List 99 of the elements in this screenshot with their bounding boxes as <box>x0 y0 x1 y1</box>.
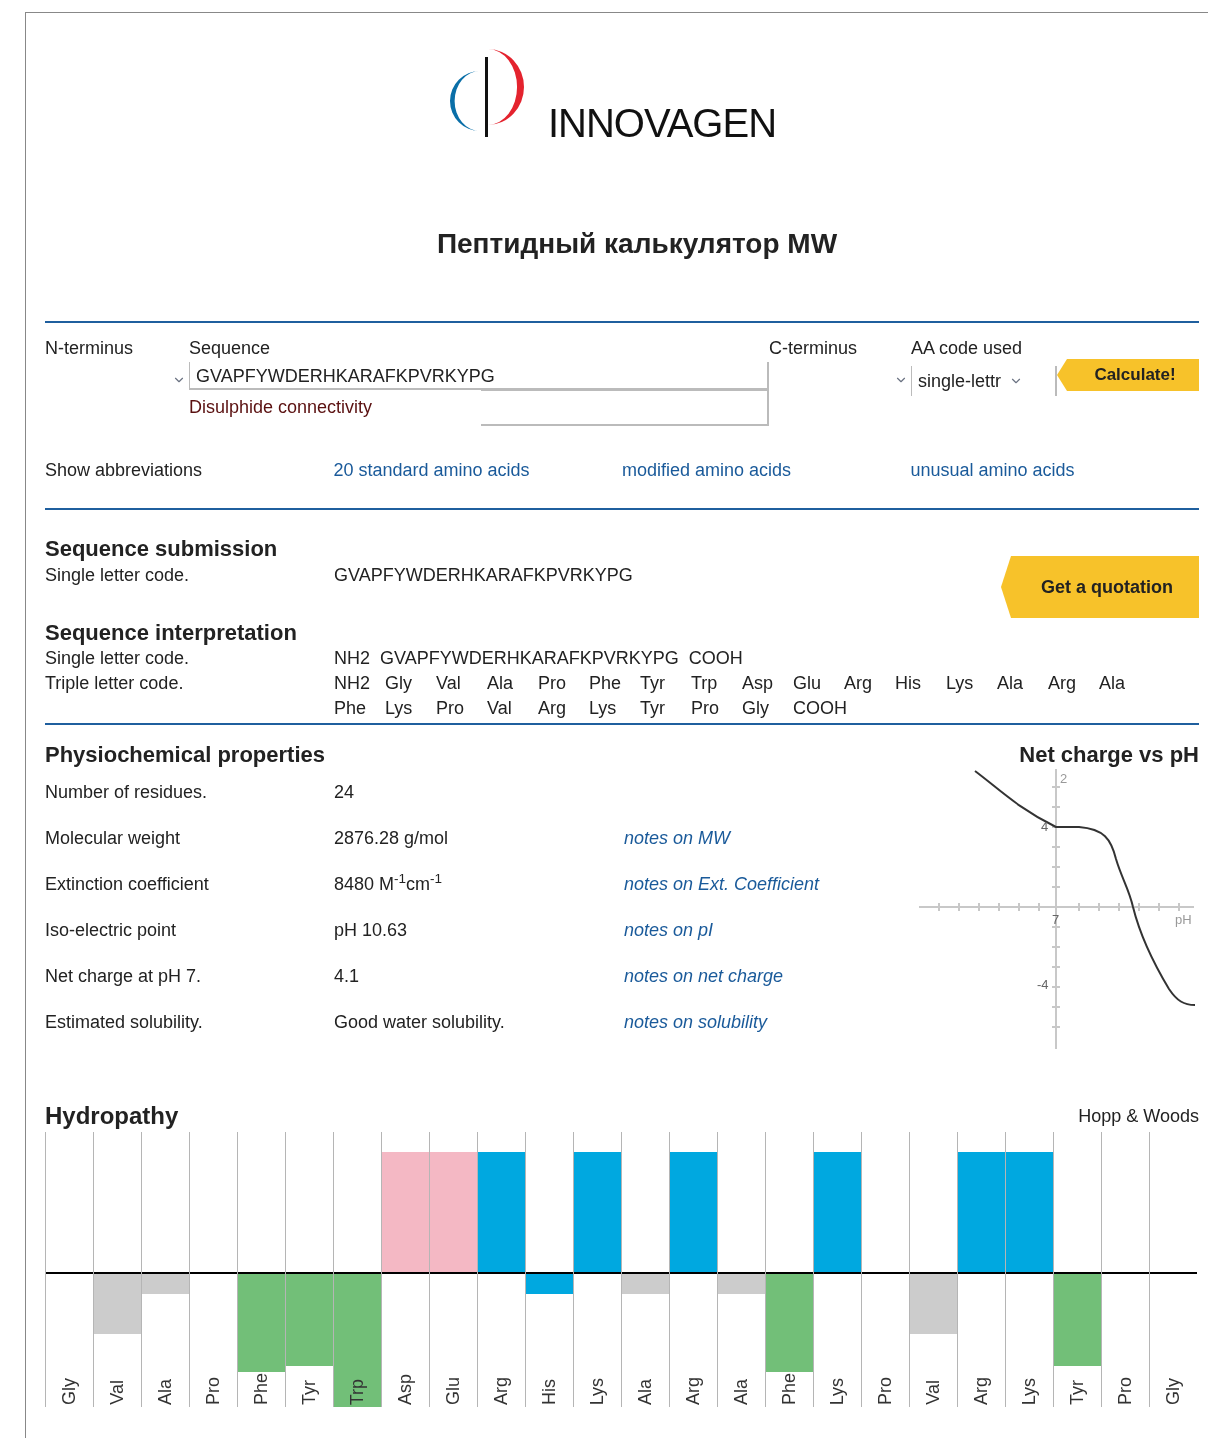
residue-label: His <box>538 1379 560 1405</box>
residue-label: Gly <box>58 1378 80 1405</box>
property-label: Molecular weight <box>45 827 182 850</box>
sequence-field[interactable]: GVAPFYWDERHKARAFKPVRKYPG <box>189 362 769 390</box>
residue-code: Phe <box>589 672 623 695</box>
property-value: 24 <box>334 781 356 804</box>
residue-label: Ala <box>154 1379 176 1405</box>
residue-code: NH2 <box>334 672 371 695</box>
residue-code: Lys <box>385 697 414 720</box>
property-value: 2876.28 g/mol <box>334 827 450 850</box>
row-label: Triple letter code. <box>45 672 185 695</box>
field-label: C-terminus <box>769 337 858 360</box>
section-heading: Hydropathy <box>45 1102 179 1130</box>
section-heading: Sequence submission <box>45 536 279 562</box>
residue-label: Gly <box>1162 1378 1184 1405</box>
property-label: Net charge at pH 7. <box>45 965 203 988</box>
residue-code: Lys <box>946 672 975 695</box>
row-label: Single letter code. <box>45 647 191 670</box>
row-label: Single letter code. <box>45 564 191 587</box>
residue-label: Val <box>106 1380 128 1405</box>
section-heading: Physiochemical properties <box>45 741 326 769</box>
residue-code: Glu <box>793 672 822 695</box>
disulphide-field[interactable] <box>481 390 769 426</box>
abbreviation-link[interactable]: modified amino acids <box>622 457 911 484</box>
residue-code: His <box>895 672 922 695</box>
residue-label: Tyr <box>298 1380 320 1405</box>
residue-code: Ala <box>1099 672 1126 695</box>
residue-code: COOH <box>793 697 844 720</box>
residue-label: Trp <box>346 1378 368 1405</box>
residue-label: Arg <box>682 1377 704 1405</box>
residue-code: Trp <box>691 672 719 695</box>
axis-tick-label: 4 <box>1041 819 1049 834</box>
section-heading: Sequence interpretation <box>45 620 298 646</box>
page-title: Пептидный калькулятор MW <box>435 227 839 261</box>
residue-code: Tyr <box>640 697 666 720</box>
residue-label: Asp <box>394 1373 416 1405</box>
residue-code: Arg <box>1048 672 1077 695</box>
calculate-button[interactable]: Calculate! <box>1057 359 1199 391</box>
residue-code: Arg <box>538 697 567 720</box>
property-label: Number of residues. <box>45 781 209 804</box>
scale-label: Hopp & Woods <box>1078 1105 1199 1128</box>
field-label: AA code used <box>911 337 1024 360</box>
residue-code: Ala <box>487 672 514 695</box>
notes-link[interactable]: notes on solubility <box>624 1009 768 1035</box>
residue-code: Val <box>487 697 513 720</box>
abbreviation-link[interactable]: 20 standard amino acids <box>333 457 622 484</box>
residue-code: Gly <box>385 672 413 695</box>
residue-code: Pro <box>436 697 465 720</box>
logo-text: INNOVAGEN <box>547 100 777 147</box>
axis-tick-label: 2 <box>1060 771 1068 786</box>
residue-code: Lys <box>589 697 618 720</box>
residue-label: Glu <box>442 1377 464 1405</box>
axis-label: pH <box>1175 912 1192 927</box>
residue-label: Phe <box>250 1372 272 1405</box>
axis-tick-label: -4 <box>1037 977 1049 992</box>
residue-label: Val <box>922 1380 944 1405</box>
chart-title: Net charge vs pH <box>1019 741 1199 769</box>
residue-code: Asp <box>742 672 775 695</box>
residue-code: Gly <box>742 697 770 720</box>
residue-label: Phe <box>778 1372 800 1405</box>
residue-code: Pro <box>691 697 720 720</box>
sequence-value: NH2 GVAPFYWDERHKARAFKPVRKYPG COOH <box>334 647 743 670</box>
residue-label: Arg <box>490 1377 512 1405</box>
axis-tick-label: 7 <box>1052 912 1060 927</box>
aa-code-select[interactable]: single-lettr <box>911 366 1057 396</box>
residue-label: Pro <box>874 1377 896 1405</box>
notes-link[interactable]: notes on MW <box>624 825 731 851</box>
field-label: Disulphide connectivity <box>189 396 374 419</box>
sequence-value: GVAPFYWDERHKARAFKPVRKYPG <box>334 564 633 587</box>
residue-code: Tyr <box>640 672 666 695</box>
field-label: N-terminus <box>45 337 134 360</box>
property-value: Good water solubility. <box>334 1011 506 1034</box>
residue-code: Phe <box>334 697 368 720</box>
property-value: 8480 M$^{-1}$cm$^{-1}$ <box>334 871 444 896</box>
notes-link[interactable]: notes on net charge <box>624 963 784 989</box>
property-value: pH 10.63 <box>334 919 409 942</box>
residue-label: Arg <box>970 1377 992 1405</box>
residue-code: Pro <box>538 672 567 695</box>
quotation-button[interactable]: Get a quotation <box>1001 556 1199 618</box>
property-label: Estimated solubility. <box>45 1011 204 1034</box>
residue-code: Arg <box>844 672 873 695</box>
residue-label: Lys <box>586 1377 608 1405</box>
residue-label: Lys <box>826 1377 848 1405</box>
abbreviations-label: Show abbreviations <box>45 459 204 482</box>
residue-label: Ala <box>634 1379 656 1405</box>
residue-code: Ala <box>997 672 1024 695</box>
notes-link[interactable]: notes on pI <box>624 917 714 943</box>
property-value: 4.1 <box>334 965 361 988</box>
abbreviation-link[interactable]: unusual amino acids <box>910 457 1199 484</box>
residue-label: Pro <box>1114 1377 1136 1405</box>
property-label: Extinction coefficient <box>45 873 210 896</box>
residue-label: Lys <box>1018 1377 1040 1405</box>
residue-label: Ala <box>730 1379 752 1405</box>
residue-label: Pro <box>202 1377 224 1405</box>
property-label: Iso-electric point <box>45 919 178 942</box>
residue-code: Val <box>436 672 462 695</box>
field-label: Sequence <box>189 337 272 360</box>
notes-link[interactable]: notes on Ext. Coefficient <box>624 871 820 897</box>
residue-label: Tyr <box>1066 1380 1088 1405</box>
